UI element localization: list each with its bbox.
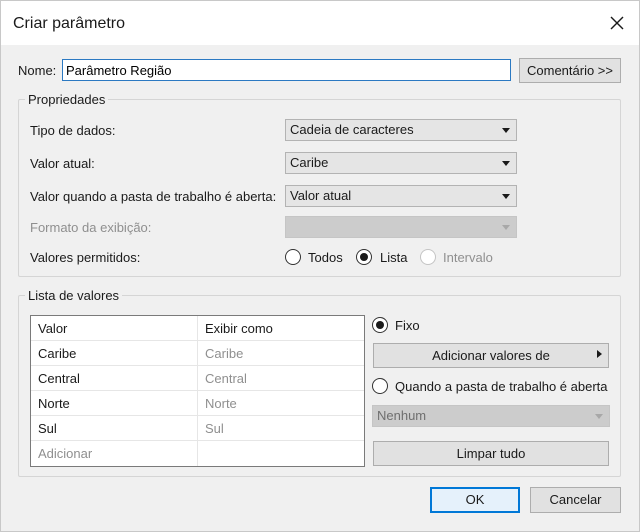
current-value-value: Caribe [290,155,329,170]
allowed-list-radio[interactable] [356,249,372,265]
properties-group-title: Propriedades [25,92,109,107]
row-display[interactable]: Norte [205,396,237,411]
allowed-all-radio[interactable] [285,249,301,265]
display-format-select [285,216,517,238]
data-type-label: Tipo de dados: [30,123,116,138]
create-parameter-dialog: Criar parâmetro Nome: Comentário >> Prop… [0,0,640,532]
table-header: Valor Exibir como [31,316,364,341]
add-values-from-label: Adicionar valores de [432,348,550,363]
name-label: Nome: [18,63,57,78]
on-open-radio[interactable] [372,378,388,394]
ok-button[interactable]: OK [430,487,520,513]
row-value[interactable]: Central [38,371,80,386]
on-open-label: Quando a pasta de trabalho é aberta [395,379,608,394]
row-display[interactable]: Central [205,371,247,386]
add-value-placeholder[interactable]: Adicionar [38,446,92,461]
allowed-all-label: Todos [308,250,343,265]
row-value[interactable]: Norte [38,396,70,411]
comment-button[interactable]: Comentário >> [519,58,621,83]
allowed-values-label: Valores permitidos: [30,250,141,265]
current-value-label: Valor atual: [30,156,95,171]
table-row[interactable]: Central Central [31,366,364,391]
table-row[interactable]: Sul Sul [31,416,364,441]
row-display[interactable]: Sul [205,421,224,436]
chevron-right-icon [597,350,602,358]
on-open-value-value: Valor atual [290,188,352,203]
close-icon [610,16,624,30]
close-button[interactable] [603,9,631,37]
current-value-select[interactable]: Caribe [285,152,517,174]
fixed-radio[interactable] [372,317,388,333]
chevron-down-icon [595,414,603,419]
chevron-down-icon [502,161,510,166]
row-value[interactable]: Caribe [38,346,76,361]
clear-all-button[interactable]: Limpar tudo [373,441,609,466]
chevron-down-icon [502,225,510,230]
fixed-label: Fixo [395,318,420,333]
display-format-label: Formato da exibição: [30,220,152,235]
allowed-list-label: Lista [380,250,408,265]
value-list-group-title: Lista de valores [25,288,123,303]
column-header-display: Exibir como [205,321,273,336]
row-display[interactable]: Caribe [205,346,243,361]
cancel-button[interactable]: Cancelar [530,487,621,513]
add-values-from-button[interactable]: Adicionar valores de [373,343,609,368]
on-open-value-label: Valor quando a pasta de trabalho é abert… [30,189,277,204]
chevron-down-icon [502,128,510,133]
allowed-range-label: Intervalo [443,250,493,265]
on-open-source-value: Nenhum [377,408,427,423]
dialog-title: Criar parâmetro [13,15,126,32]
data-type-select[interactable]: Cadeia de caracteres [285,119,517,141]
column-header-value: Valor [38,321,68,336]
table-row[interactable]: Norte Norte [31,391,364,416]
on-open-value-select[interactable]: Valor atual [285,185,517,207]
add-row[interactable]: Adicionar [31,441,364,466]
on-open-source-select: Nenhum [372,405,610,427]
allowed-range-radio [420,249,436,265]
table-row[interactable]: Caribe Caribe [31,341,364,366]
values-table[interactable]: Valor Exibir como Caribe Caribe Central … [30,315,365,467]
chevron-down-icon [502,194,510,199]
data-type-value: Cadeia de caracteres [290,122,414,137]
title-bar: Criar parâmetro [1,1,639,45]
name-input[interactable] [62,59,511,81]
row-value[interactable]: Sul [38,421,57,436]
